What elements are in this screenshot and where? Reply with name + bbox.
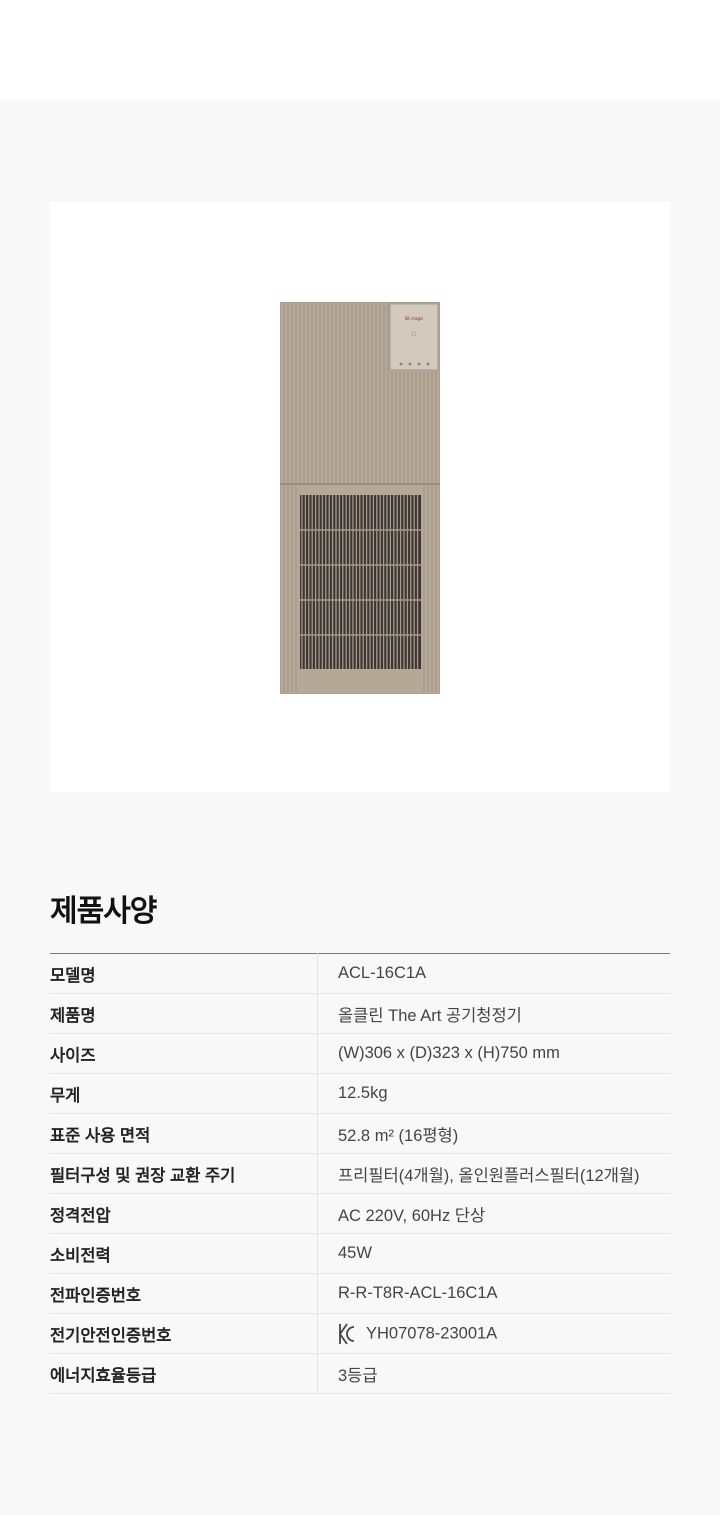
spec-row: 필터구성 및 권장 교환 주기 프리필터(4개월), 올인원플러스필터(12개월) — [50, 1153, 670, 1194]
spec-title: 제품사양 — [50, 895, 157, 928]
spec-label: 전기안전인증번호 — [50, 1313, 318, 1354]
spec-row: 에너지효율등급 3등급 — [50, 1353, 670, 1394]
spec-label: 에너지효율등급 — [50, 1353, 318, 1394]
spec-value: AC 220V, 60Hz 단상 — [338, 1206, 486, 1225]
spec-row: 전파인증번호 R-R-T8R-ACL-16C1A — [50, 1273, 670, 1314]
spec-label: 무게 — [50, 1073, 318, 1114]
spec-label: 정격전압 — [50, 1193, 318, 1234]
spec-value: 12.5kg — [338, 1084, 388, 1102]
top-blank-band — [0, 0, 720, 100]
spec-value-cell: (W)306 x (D)323 x (H)750 mm — [317, 1033, 670, 1074]
spec-row: 사이즈 (W)306 x (D)323 x (H)750 mm — [50, 1033, 670, 1074]
spec-value-cell: R-R-T8R-ACL-16C1A — [317, 1273, 670, 1314]
spec-value: 올클린 The Art 공기청정기 — [338, 1006, 522, 1025]
spec-row: 소비전력 45W — [50, 1233, 670, 1274]
spec-value-cell: 52.8 m² (16평형) — [317, 1113, 670, 1154]
spec-value: ACL-16C1A — [338, 964, 427, 982]
spec-label: 제품명 — [50, 993, 318, 1034]
spec-value-cell: 프리필터(4개월), 올인원플러스필터(12개월) — [317, 1153, 670, 1194]
spec-row: 무게 12.5kg — [50, 1073, 670, 1114]
air-purifier-product-image: SK magic — [280, 302, 440, 694]
spec-value: 45W — [338, 1244, 372, 1262]
spec-row: 정격전압 AC 220V, 60Hz 단상 — [50, 1193, 670, 1234]
spec-value: YH07078-23001A — [366, 1323, 498, 1342]
spec-value-cell: 12.5kg — [317, 1073, 670, 1114]
spec-value: R-R-T8R-ACL-16C1A — [338, 1284, 498, 1302]
spec-row: 표준 사용 면적 52.8 m² (16평형) — [50, 1113, 670, 1154]
spec-label: 표준 사용 면적 — [50, 1113, 318, 1154]
spec-label: 필터구성 및 권장 교환 주기 — [50, 1153, 318, 1194]
spec-value: 3등급 — [338, 1366, 378, 1385]
spec-value: 프리필터(4개월), 올인원플러스필터(12개월) — [338, 1166, 640, 1185]
spec-value-cell: 3등급 — [317, 1353, 670, 1394]
spec-row: 제품명 올클린 The Art 공기청정기 — [50, 993, 670, 1034]
spec-label: 모델명 — [50, 953, 318, 994]
spec-value-cell: 올클린 The Art 공기청정기 — [317, 993, 670, 1034]
spec-table: 모델명 ACL-16C1A 제품명 올클린 The Art 공기청정기사이즈 (W)30… — [50, 953, 670, 1394]
spec-row: 모델명 ACL-16C1A — [50, 953, 670, 994]
spec-label: 사이즈 — [50, 1033, 318, 1074]
spec-value-cell: AC 220V, 60Hz 단상 — [317, 1193, 670, 1234]
spec-value-cell: ACL-16C1A — [317, 953, 670, 994]
spec-value-cell: 45W — [317, 1233, 670, 1274]
spec-value: 52.8 m² (16평형) — [338, 1126, 459, 1145]
spec-label: 소비전력 — [50, 1233, 318, 1274]
spec-row: 전기안전인증번호 YH07078-23001A — [50, 1313, 670, 1354]
product-image-card: SK magic — [50, 202, 670, 792]
spec-value-cell: YH07078-23001A — [317, 1313, 670, 1354]
product-detail-section: SK magic 제품사양 모델명 ACL-16C1A 제품명 올클린 The Art… — [0, 100, 720, 1515]
spec-value: (W)306 x (D)323 x (H)750 mm — [338, 1044, 560, 1062]
svg-text:SK magic: SK magic — [405, 316, 424, 321]
control-panel: SK magic — [389, 303, 439, 371]
kc-certification-icon — [339, 1322, 355, 1345]
spec-label: 전파인증번호 — [50, 1273, 318, 1314]
